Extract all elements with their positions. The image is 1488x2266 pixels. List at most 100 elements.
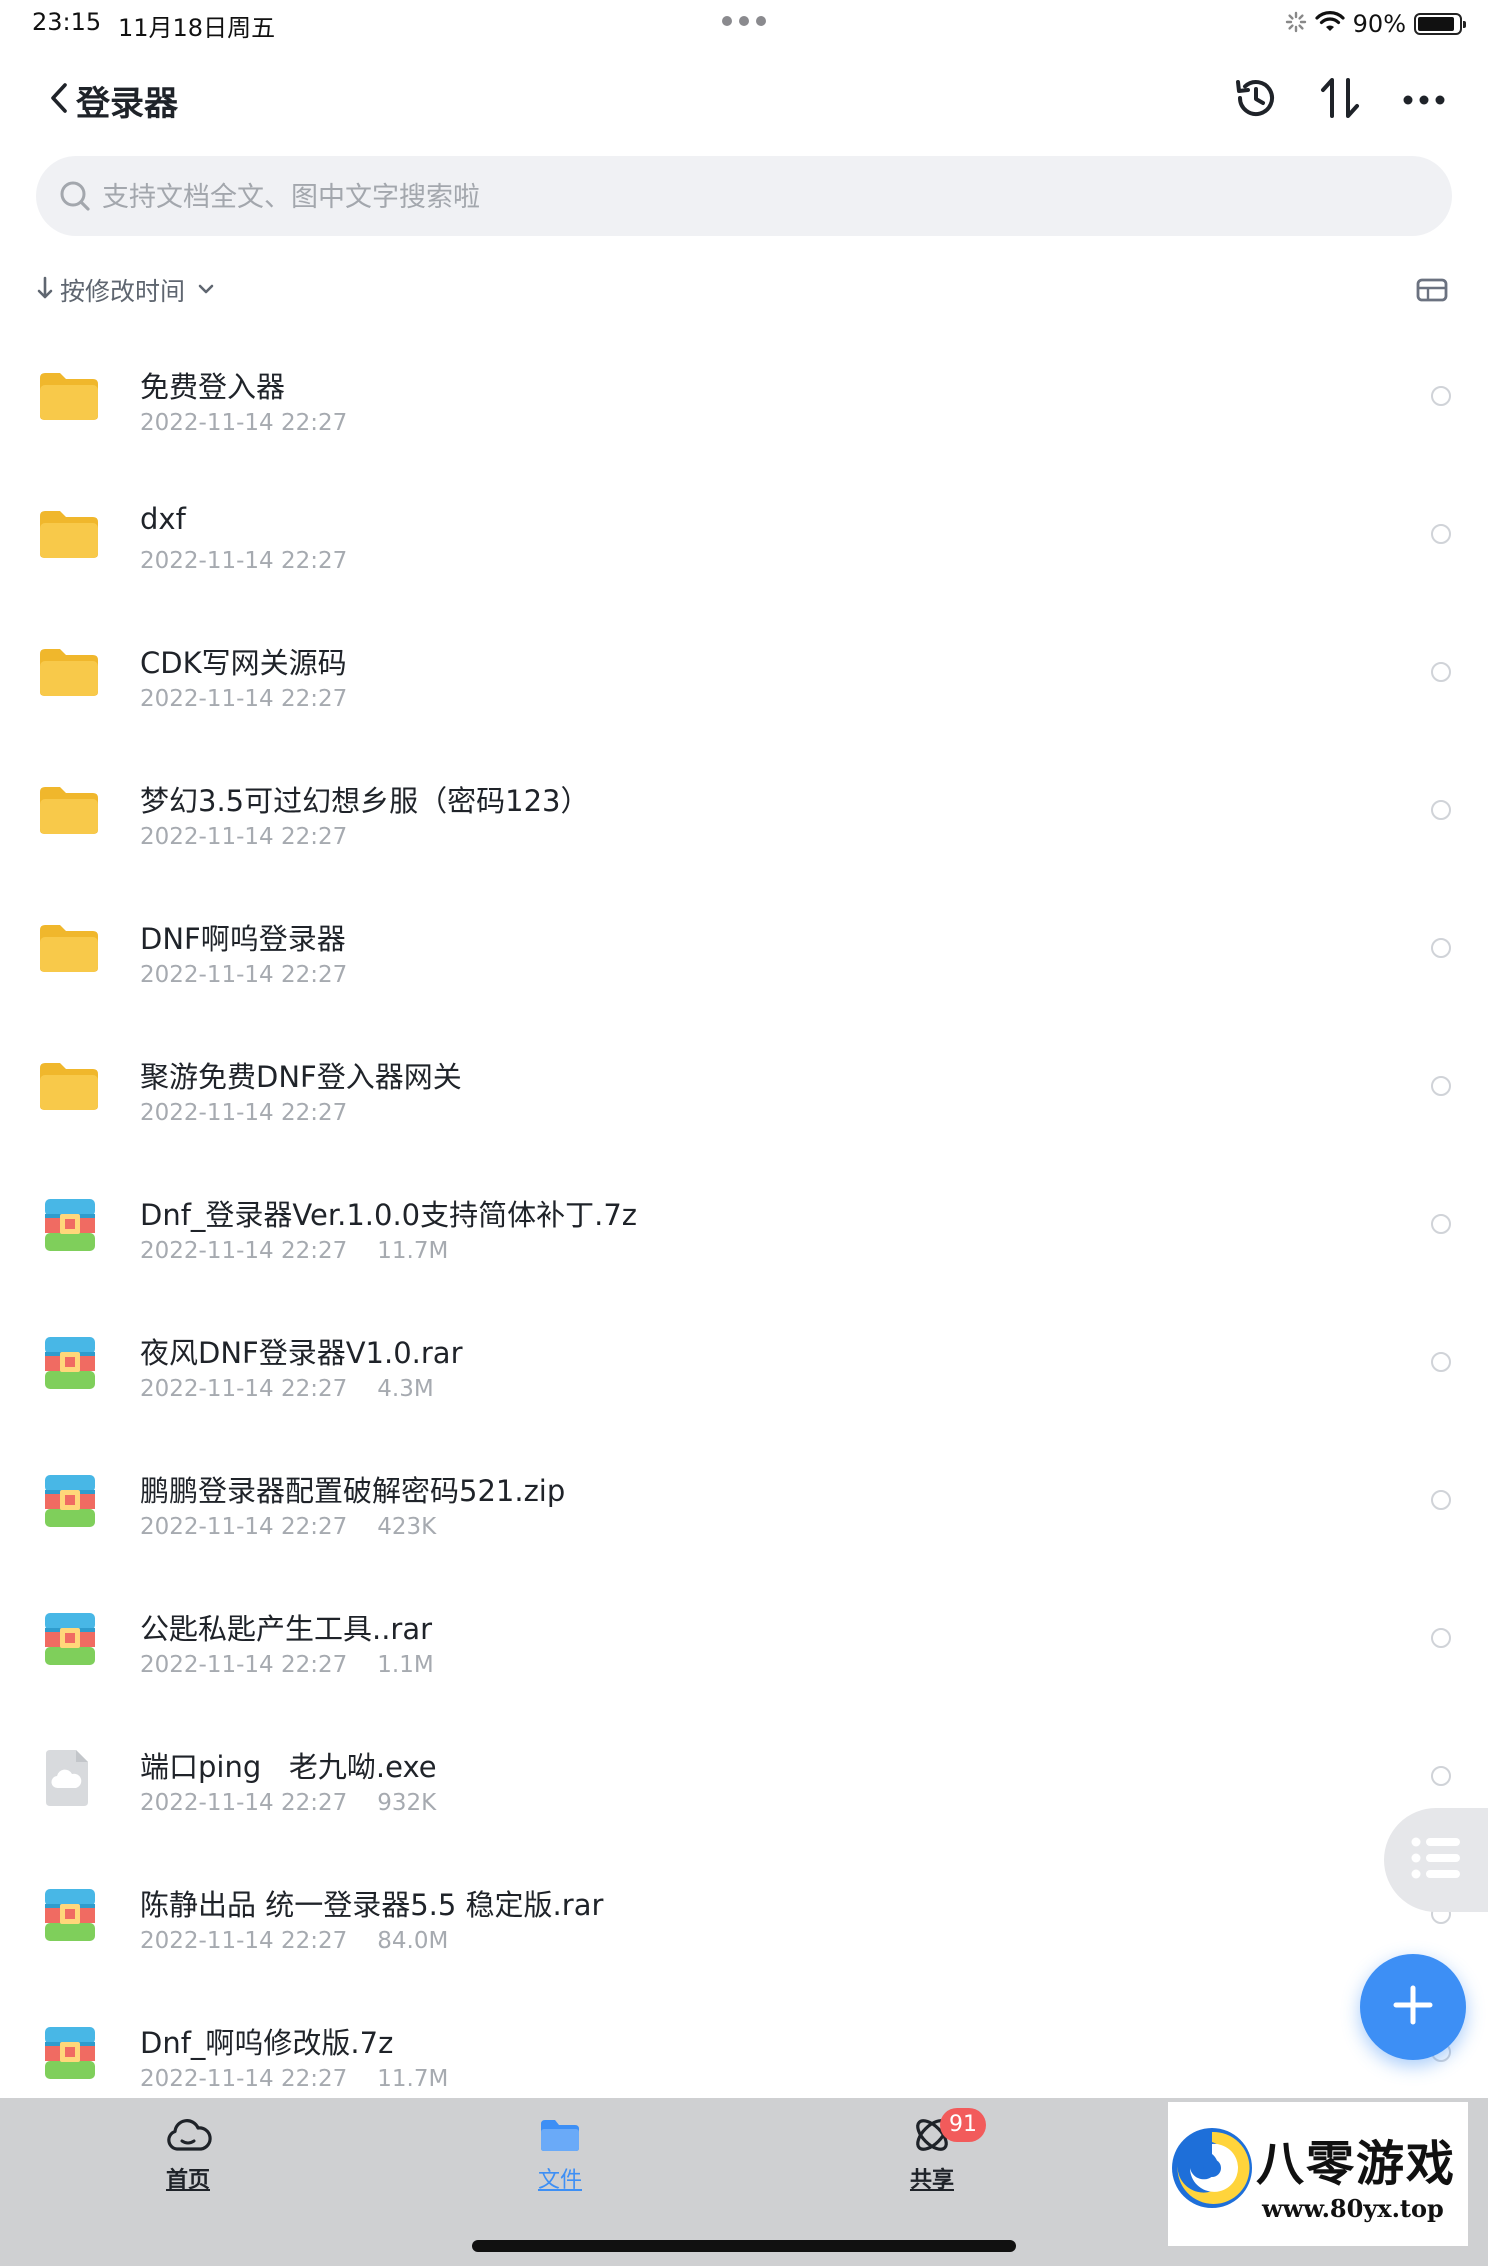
select-radio[interactable] [1431, 1076, 1451, 1096]
page-title: 登录器 [76, 83, 178, 124]
file-row[interactable]: 夜风DNF登录器V1.0.rar 2022-11-14 22:27 4.3M [0, 1302, 1488, 1440]
folder-icon [538, 2116, 582, 2158]
file-name: dxf [140, 502, 186, 536]
view-toggle-button[interactable] [1412, 272, 1452, 312]
file-date: 2022-11-14 22:27 [140, 1652, 348, 1678]
select-radio[interactable] [1431, 800, 1451, 820]
file-date: 2022-11-14 22:27 [140, 1790, 348, 1816]
file-row[interactable]: 陈静出品 统一登录器5.5 稳定版.rar 2022-11-14 22:27 84.… [0, 1854, 1488, 1992]
archive-icon [42, 1610, 98, 1672]
file-meta: 2022-11-14 22:27 11.7M [140, 1238, 448, 1264]
search-icon [58, 176, 94, 220]
file-name: DNF啊呜登录器 [140, 922, 346, 956]
select-radio[interactable] [1431, 938, 1451, 958]
select-radio[interactable] [1431, 1766, 1451, 1786]
arrow-down-icon [36, 275, 54, 305]
file-meta: 2022-11-14 22:27 932K [140, 1790, 436, 1816]
select-radio[interactable] [1431, 1352, 1451, 1372]
home-indicator[interactable] [472, 2240, 1016, 2252]
file-row[interactable]: DNF啊呜登录器 2022-11-14 22:27 [0, 888, 1488, 1026]
file-date: 2022-11-14 22:27 [140, 410, 348, 436]
file-meta: 2022-11-14 22:27 84.0M [140, 1928, 448, 1954]
list-icon [1410, 1835, 1462, 1885]
tab-files-label: 文件 [537, 2168, 582, 2193]
watermark-text: 八零游戏 [1256, 2136, 1457, 2192]
tab-share[interactable]: 共享 91 [852, 2108, 1012, 2202]
folder-icon [38, 922, 100, 978]
file-row[interactable]: 免费登入器 2022-11-14 22:27 [0, 336, 1488, 474]
search-bar[interactable] [36, 156, 1452, 238]
sort-icon [1318, 74, 1362, 126]
file-list: 免费登入器 2022-11-14 22:27 dxf 2022-11-14 22:27… [0, 336, 1488, 2130]
file-row[interactable]: 聚游免费DNF登入器网关 2022-11-14 22:27 [0, 1026, 1488, 1164]
file-date: 2022-11-14 22:27 [140, 824, 348, 850]
select-radio[interactable] [1431, 662, 1451, 682]
select-radio[interactable] [1431, 524, 1451, 544]
select-radio[interactable] [1431, 1628, 1451, 1648]
tab-home[interactable]: 首页 [108, 2112, 268, 2202]
folder-icon [38, 508, 100, 564]
file-size: 932K [377, 1790, 437, 1816]
file-name: Dnf_啊呜修改版.7z [140, 2026, 394, 2060]
status-date: 11月18日周五 [118, 14, 276, 42]
archive-icon [42, 1334, 98, 1396]
chevron-down-icon [197, 281, 215, 300]
folder-icon [38, 646, 100, 702]
watermark-url: www.80yx.top [1262, 2194, 1444, 2223]
status-indicators: 90% [1285, 8, 1466, 40]
select-radio[interactable] [1431, 386, 1451, 406]
file-date: 2022-11-14 22:27 [140, 1376, 348, 1402]
file-date: 2022-11-14 22:27 [140, 1100, 348, 1126]
history-icon [1232, 74, 1280, 126]
file-date: 2022-11-14 22:27 [140, 548, 348, 574]
file-meta: 2022-11-14 22:27 [140, 1100, 347, 1126]
file-size: 84.0M [377, 1928, 449, 1954]
file-size: 1.1M [377, 1652, 434, 1678]
file-size: 4.3M [377, 1376, 434, 1402]
file-name: 端口ping 老九呦.exe [140, 1750, 437, 1784]
sort-button[interactable] [1312, 72, 1368, 128]
back-button[interactable]: 登录器 [48, 74, 178, 126]
file-meta: 2022-11-14 22:27 423K [140, 1514, 436, 1540]
file-row[interactable]: 梦幻3.5可过幻想乡服（密码123） 2022-11-14 22:27 [0, 750, 1488, 888]
file-row[interactable]: 公匙私匙产生工具..rar 2022-11-14 22:27 1.1M [0, 1578, 1488, 1716]
sort-selector[interactable]: 按修改时间 [36, 268, 215, 312]
search-input[interactable] [100, 156, 1424, 238]
file-row[interactable]: 鹏鹏登录器配置破解密码521.zip 2022-11-14 22:27 423K [0, 1440, 1488, 1578]
file-meta: 2022-11-14 22:27 [140, 548, 347, 574]
nav-header: 登录器 [0, 60, 1488, 140]
activity-spinner-icon [1285, 11, 1307, 37]
add-button[interactable] [1360, 1954, 1466, 2060]
battery-icon [1414, 13, 1466, 35]
file-meta: 2022-11-14 22:27 4.3M [140, 1376, 434, 1402]
file-row[interactable]: dxf 2022-11-14 22:27 [0, 474, 1488, 612]
file-row[interactable]: CDK写网关源码 2022-11-14 22:27 [0, 612, 1488, 750]
file-row[interactable]: Dnf_登录器Ver.1.0.0支持简体补丁.7z 2022-11-14 22:2… [0, 1164, 1488, 1302]
file-date: 2022-11-14 22:27 [140, 962, 348, 988]
file-name: 陈静出品 统一登录器5.5 稳定版.rar [140, 1888, 604, 1922]
file-row[interactable]: 端口ping 老九呦.exe 2022-11-14 22:27 932K [0, 1716, 1488, 1854]
history-button[interactable] [1228, 72, 1284, 128]
more-icon [1402, 91, 1446, 110]
cloud-icon [163, 2115, 213, 2159]
notification-badge: 91 [940, 2108, 986, 2142]
tab-home-label: 首页 [165, 2168, 210, 2193]
watermark-logo: 八零游戏 www.80yx.top [1168, 2102, 1468, 2246]
file-date: 2022-11-14 22:27 [140, 2066, 348, 2092]
chevron-left-icon [48, 81, 70, 119]
file-date: 2022-11-14 22:27 [140, 1238, 348, 1264]
swirl-logo-icon [1168, 2118, 1258, 2222]
floating-list-button[interactable] [1384, 1808, 1488, 1912]
file-name: 聚游免费DNF登入器网关 [140, 1060, 462, 1094]
select-radio[interactable] [1431, 1214, 1451, 1234]
tab-files[interactable]: 文件 [480, 2112, 640, 2202]
file-date: 2022-11-14 22:27 [140, 686, 348, 712]
sort-label: 按修改时间 [60, 277, 186, 306]
file-meta: 2022-11-14 22:27 [140, 962, 347, 988]
file-name: 免费登入器 [140, 370, 286, 404]
plus-icon [1391, 1983, 1435, 2031]
multitasking-dots-icon[interactable] [722, 16, 766, 28]
file-size: 423K [377, 1514, 437, 1540]
select-radio[interactable] [1431, 1490, 1451, 1510]
more-button[interactable] [1396, 72, 1452, 128]
